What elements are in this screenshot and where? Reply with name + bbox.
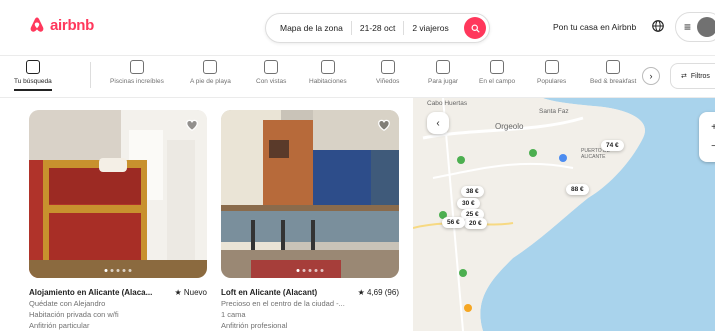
pool-icon	[129, 60, 144, 74]
category-label: Viñedos	[376, 78, 400, 85]
heart-icon[interactable]	[185, 118, 199, 132]
category-habitaciones[interactable]: Habitaciones	[309, 60, 347, 85]
listing-line: Habitación privada con w/fi	[29, 310, 119, 319]
listing-line: Anfitrión particular	[29, 321, 90, 330]
listing-title-row: Loft en Alicante (Alacant) ★ 4,69 (96)	[221, 288, 399, 297]
top-header: airbnb Mapa de la zona 21-28 oct 2 viaje…	[0, 0, 715, 56]
search-icon	[471, 24, 480, 33]
map-price-pin[interactable]: 56 €	[442, 217, 465, 228]
category-bed-breakfast[interactable]: Bed & breakfast	[590, 60, 636, 85]
zoom-controls: + −	[699, 112, 715, 162]
map-label: Orgeolo	[495, 122, 524, 131]
zoom-out-button[interactable]: −	[711, 141, 715, 152]
user-menu-button[interactable]: ≡	[675, 12, 715, 42]
category-label: Habitaciones	[309, 78, 347, 85]
avatar	[697, 17, 715, 37]
category-label: A pie de playa	[190, 78, 231, 85]
search-location[interactable]: Mapa de la zona	[266, 23, 351, 33]
search-bar[interactable]: Mapa de la zona 21-28 oct 2 viajeros	[265, 13, 490, 43]
listing-line: 1 cama	[221, 310, 246, 319]
filters-icon: ⇄	[681, 73, 687, 80]
listing-card[interactable]: Loft en Alicante (Alacant) ★ 4,69 (96) P…	[221, 110, 399, 330]
category-populares[interactable]: Populares	[537, 60, 566, 85]
map-background	[413, 98, 715, 331]
listing-line: Anfitrión profesional	[221, 321, 288, 330]
listing-line: Quédate con Alejandro	[29, 299, 106, 308]
category-label: Piscinas increíbles	[110, 78, 164, 85]
heart-icon[interactable]	[377, 118, 391, 132]
listing-title-row: Alojamiento en Alicante (Alaca... ★ Nuev…	[29, 288, 207, 297]
play-icon	[436, 60, 450, 74]
category-label: En el campo	[479, 78, 516, 85]
brand-name: airbnb	[50, 16, 95, 34]
loft-kitchen-photo	[221, 110, 399, 278]
bunk-room-photo	[29, 110, 207, 278]
chevron-right-icon[interactable]: ›	[642, 67, 660, 85]
category-jugar[interactable]: Para jugar	[428, 60, 458, 85]
filters-label: Filtros	[690, 72, 710, 80]
map[interactable]: Cabo Huertas Orgeolo Santa Faz PUERTO DE…	[413, 98, 715, 331]
listing-photo[interactable]	[29, 110, 207, 278]
listing-rating: ★ Nuevo	[174, 288, 207, 297]
category-vistas[interactable]: Con vistas	[256, 60, 286, 85]
flame-icon	[544, 60, 559, 74]
photo-dots	[104, 269, 132, 272]
breakfast-icon	[606, 60, 621, 74]
map-label: Santa Faz	[539, 108, 569, 115]
search-dates[interactable]: 21-28 oct	[352, 23, 403, 33]
hamburger-icon: ≡	[684, 20, 692, 34]
map-label: Cabo Huertas	[427, 100, 468, 107]
airbnb-logo[interactable]: airbnb	[28, 16, 94, 34]
category-label: Para jugar	[428, 78, 458, 85]
category-label: Tu búsqueda	[14, 78, 52, 85]
category-label: Con vistas	[256, 78, 287, 85]
map-price-pin[interactable]: 38 €	[461, 186, 484, 197]
category-label: Populares	[537, 78, 567, 85]
grapes-icon	[380, 60, 395, 74]
globe-icon[interactable]	[651, 19, 665, 33]
airbnb-logo-icon	[30, 17, 44, 32]
category-piscinas[interactable]: Piscinas increíbles	[110, 60, 164, 85]
listing-title: Loft en Alicante (Alacant)	[221, 288, 318, 297]
beach-icon	[203, 60, 218, 74]
category-bar: Tu búsqueda Piscinas increíbles A pie de…	[0, 56, 715, 98]
category-playa[interactable]: A pie de playa	[190, 60, 231, 85]
map-price-pin[interactable]: 30 €	[457, 198, 480, 209]
category-tu-busqueda[interactable]: Tu búsqueda	[14, 60, 52, 91]
map-price-pin[interactable]: 88 €	[566, 184, 589, 195]
filters-button[interactable]: ⇄ Filtros	[670, 63, 715, 89]
category-label: Bed & breakfast	[590, 78, 637, 85]
listing-title: Alojamiento en Alicante (Alaca...	[29, 288, 153, 297]
chevron-left-icon: ‹	[436, 117, 440, 129]
category-vinedos[interactable]: Viñedos	[376, 60, 399, 85]
listing-photo[interactable]	[221, 110, 399, 278]
map-back-button[interactable]: ‹	[427, 112, 449, 134]
search-button[interactable]	[464, 17, 486, 39]
listing-line: Precioso en el centro de la ciudad -...	[221, 299, 345, 308]
listing-card[interactable]: Alojamiento en Alicante (Alaca... ★ Nuev…	[29, 110, 207, 330]
photo-dots	[296, 269, 324, 272]
bed-icon	[320, 60, 335, 74]
map-price-pin[interactable]: 74 €	[601, 140, 624, 151]
home-icon	[25, 60, 40, 74]
host-link[interactable]: Pon tu casa en Airbnb	[553, 22, 636, 32]
map-price-pin[interactable]: 20 €	[464, 218, 487, 229]
zoom-in-button[interactable]: +	[711, 122, 715, 133]
category-campo[interactable]: En el campo	[479, 60, 515, 85]
divider	[90, 62, 91, 88]
search-guests[interactable]: 2 viajeros	[404, 23, 456, 33]
countryside-icon	[490, 60, 505, 74]
listing-rating: ★ 4,69 (96)	[357, 288, 399, 297]
view-icon	[264, 60, 279, 74]
